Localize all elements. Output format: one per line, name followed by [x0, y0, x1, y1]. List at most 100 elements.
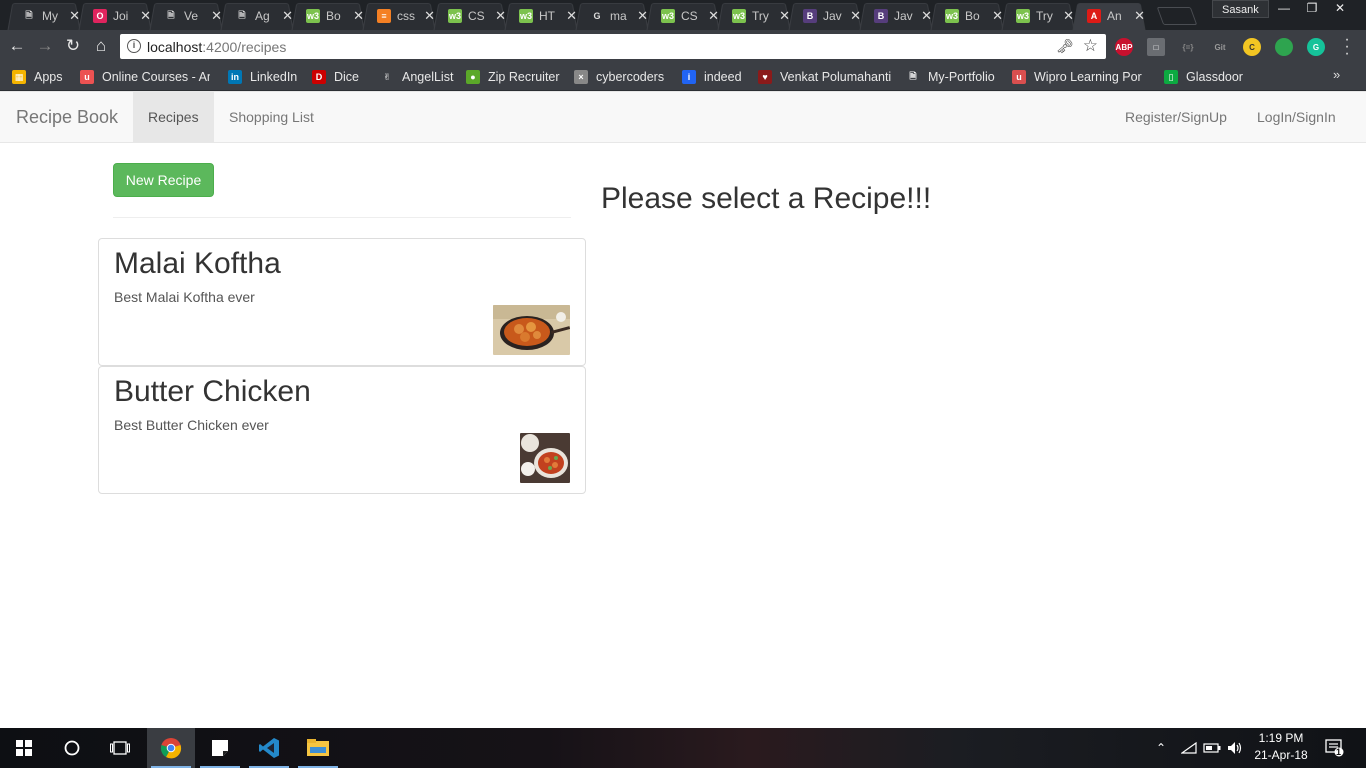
url-text[interactable]: localhost:4200/recipes — [147, 39, 286, 55]
cybercoders-icon: × — [574, 70, 588, 84]
close-tab-icon[interactable]: ✕ — [708, 8, 719, 24]
bookmark-apps[interactable]: ▦ Apps — [12, 68, 63, 86]
bookmark-dice[interactable]: D Dice — [312, 68, 359, 86]
grammarly-icon[interactable]: G — [1307, 38, 1325, 56]
close-tab-icon[interactable]: ✕ — [992, 8, 1003, 24]
close-tab-icon[interactable]: ✕ — [1063, 8, 1074, 24]
windows-start-icon[interactable] — [0, 728, 48, 768]
tab-title: Bo — [965, 9, 980, 23]
cortana-search-icon[interactable] — [48, 728, 96, 768]
pdf-extension-icon[interactable]: □ — [1147, 38, 1165, 56]
bookmark-online-courses-any[interactable]: u Online Courses - Any — [80, 68, 210, 86]
close-window-icon[interactable]: ✕ — [1326, 0, 1354, 18]
close-tab-icon[interactable]: ✕ — [282, 8, 293, 24]
close-tab-icon[interactable]: ✕ — [566, 8, 577, 24]
back-icon[interactable]: ← — [6, 36, 28, 58]
bookmark-angellist[interactable]: ✌ AngelList — [380, 68, 453, 86]
browser-tab[interactable]: 🗎 My ✕ — [8, 2, 80, 30]
close-tab-icon[interactable]: ✕ — [850, 8, 861, 24]
file-explorer-icon[interactable] — [294, 728, 342, 768]
vscode-icon[interactable] — [245, 728, 293, 768]
bootstrap-icon: B — [803, 9, 817, 23]
address-bar[interactable]: i localhost:4200/recipes 🗝 ☆ — [120, 34, 1106, 59]
browser-tab[interactable]: Gma ✕ — [576, 2, 648, 30]
close-tab-icon[interactable]: ✕ — [637, 8, 648, 24]
browser-tab[interactable]: B Jav ✕ — [789, 2, 861, 30]
document-icon: 🗎 — [25, 10, 33, 20]
recipe-item-malai-koftha[interactable]: Malai Koftha Best Malai Koftha ever — [98, 238, 586, 366]
battery-icon[interactable] — [1203, 728, 1221, 768]
minimize-icon[interactable]: — — [1270, 0, 1298, 18]
nav-login[interactable]: LogIn/SignIn — [1242, 92, 1351, 142]
profile-button[interactable]: Sasank — [1212, 0, 1269, 18]
tab-title: Try — [1036, 9, 1053, 23]
bookmark-zip-recruiter[interactable]: ● Zip Recruiter — [466, 68, 560, 86]
close-tab-icon[interactable]: ✕ — [69, 8, 80, 24]
bookmark-label: Venkat Polumahanti — [780, 70, 892, 84]
green-extension-icon[interactable] — [1275, 38, 1293, 56]
close-tab-icon[interactable]: ✕ — [921, 8, 932, 24]
json-extension-icon[interactable]: {=} — [1179, 38, 1197, 56]
brand-link[interactable]: Recipe Book — [16, 107, 118, 128]
nav-recipes[interactable]: Recipes — [133, 92, 214, 142]
bookmark-glassdoor[interactable]: ▯ Glassdoor — [1164, 68, 1243, 86]
bookmark-indeed[interactable]: i indeed — [682, 68, 742, 86]
bookmark-my-portfolio[interactable]: 🗎 My-Portfolio — [906, 68, 994, 86]
new-tab-button[interactable] — [1156, 7, 1198, 25]
browser-tab[interactable]: 🗎 Ve ✕ — [150, 2, 222, 30]
bookmark-wipro-learning-portal[interactable]: u Wipro Learning Portal — [1012, 68, 1142, 86]
gitzip-icon[interactable]: Git — [1211, 38, 1229, 56]
key-icon[interactable]: 🗝 — [1056, 38, 1074, 55]
recipe-item-butter-chicken[interactable]: Butter Chicken Best Butter Chicken ever — [98, 366, 586, 494]
taskbar-clock[interactable]: 1:19 PM 21-Apr-18 — [1250, 730, 1312, 764]
browser-tab[interactable]: O Joi ✕ — [79, 2, 151, 30]
volume-icon[interactable] — [1227, 728, 1243, 768]
document-icon: 🗎 — [909, 71, 917, 81]
w3schools-icon: w3 — [661, 9, 675, 23]
windows-taskbar: ⌃ 1 — [0, 728, 1366, 768]
chrome-taskbar-icon[interactable] — [147, 728, 195, 768]
close-tab-icon[interactable]: ✕ — [211, 8, 222, 24]
recipe-image — [493, 305, 570, 355]
browser-tab[interactable]: w3 Try ✕ — [1002, 2, 1074, 30]
bookmark-venkat-polumahanti[interactable]: ♥ Venkat Polumahanti — [758, 68, 891, 86]
browser-tab[interactable]: A An ✕ — [1073, 2, 1145, 30]
browser-tab[interactable]: w3 CS ✕ — [434, 2, 506, 30]
close-tab-icon[interactable]: ✕ — [779, 8, 790, 24]
angellist-icon: ✌ — [383, 71, 391, 82]
browser-tab[interactable]: w3 Try ✕ — [718, 2, 790, 30]
recipe-name: Butter Chicken — [114, 375, 311, 408]
browser-tab[interactable]: ≡ css ✕ — [363, 2, 435, 30]
info-icon[interactable]: i — [127, 39, 141, 53]
adblock-plus-icon[interactable]: ABP — [1115, 38, 1133, 56]
chrome-menu-icon[interactable]: · · · — [1342, 32, 1352, 62]
action-center-icon[interactable]: 1 — [1325, 728, 1345, 768]
bookmark-cybercoders[interactable]: × cybercoders — [574, 68, 664, 86]
close-tab-icon[interactable]: ✕ — [140, 8, 151, 24]
browser-tab[interactable]: w3 Bo ✕ — [292, 2, 364, 30]
restore-icon[interactable]: ❐ — [1298, 0, 1326, 18]
close-tab-icon[interactable]: ✕ — [353, 8, 364, 24]
nav-shopping-list[interactable]: Shopping List — [214, 92, 329, 142]
browser-tab[interactable]: w3 Bo ✕ — [931, 2, 1003, 30]
new-recipe-button[interactable]: New Recipe — [113, 163, 214, 197]
sticky-notes-icon[interactable] — [196, 728, 244, 768]
more-bookmarks-icon[interactable]: » — [1333, 67, 1340, 82]
browser-tab[interactable]: B Jav ✕ — [860, 2, 932, 30]
nav-register[interactable]: Register/SignUp — [1110, 92, 1242, 142]
close-tab-icon[interactable]: ✕ — [495, 8, 506, 24]
bookmark-star-icon[interactable]: ☆ — [1083, 36, 1098, 56]
wifi-icon[interactable] — [1181, 728, 1197, 768]
bookmark-linkedin[interactable]: in LinkedIn — [228, 68, 297, 86]
home-icon[interactable]: ⌂ — [90, 36, 112, 58]
moon-extension-icon[interactable]: C — [1243, 38, 1261, 56]
task-view-icon[interactable] — [96, 728, 144, 768]
browser-tab[interactable]: 🗎 Ag ✕ — [221, 2, 293, 30]
browser-tab[interactable]: w3 CS ✕ — [647, 2, 719, 30]
show-hidden-icons-icon[interactable]: ⌃ — [1156, 728, 1166, 768]
reload-icon[interactable]: ↻ — [62, 36, 84, 58]
forward-icon[interactable]: → — [34, 36, 56, 58]
close-tab-icon[interactable]: ✕ — [424, 8, 435, 24]
browser-tab[interactable]: w3 HT ✕ — [505, 2, 577, 30]
close-tab-icon[interactable]: ✕ — [1134, 8, 1145, 24]
